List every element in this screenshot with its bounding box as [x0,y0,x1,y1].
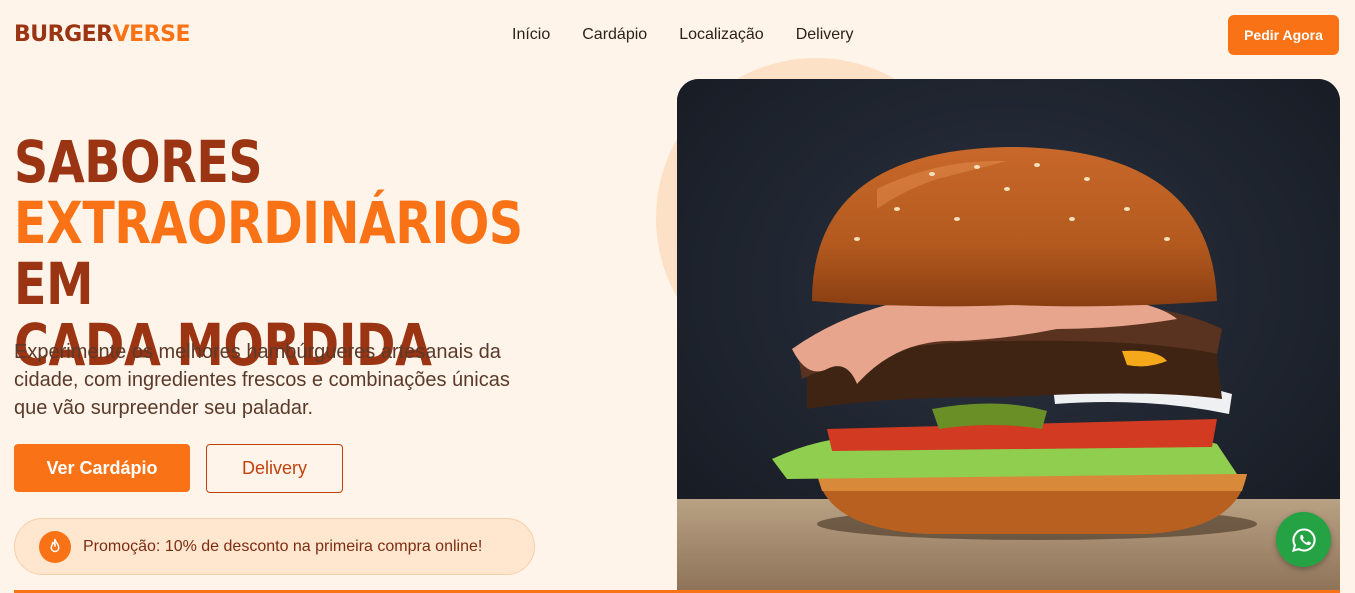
fire-icon [39,530,71,563]
nav-item-delivery[interactable]: Delivery [796,26,854,44]
site-header: BURGERVERSE Início Cardápio Localização … [0,0,1355,72]
whatsapp-icon [1291,527,1316,552]
nav-item-inicio[interactable]: Início [512,26,550,44]
hero-description: Experimente os melhores hambúrgueres art… [14,341,510,419]
nav-item-localizacao[interactable]: Localização [679,26,764,44]
logo[interactable]: BURGERVERSE [14,22,190,47]
hero-title-highlight: EXTRAORDINÁRIOS [14,189,523,257]
hero-title-line1: SABORES [14,128,263,196]
promo-banner: Promoção: 10% de desconto na primeira co… [14,518,535,575]
whatsapp-button[interactable] [1276,512,1331,567]
logo-part-burger: BURGER [14,22,113,47]
nav-item-cardapio[interactable]: Cardápio [582,26,647,44]
promo-text: Promoção: 10% de desconto na primeira co… [83,537,483,555]
main-nav: Início Cardápio Localização Delivery [512,26,853,44]
hero-title-after-highlight: EM [14,250,94,318]
order-now-button[interactable]: Pedir Agora [1228,15,1339,55]
logo-part-verse: VERSE [112,22,191,47]
hero-burger-image [677,79,1340,593]
delivery-button[interactable]: Delivery [206,444,343,493]
view-menu-button[interactable]: Ver Cardápio [14,444,190,492]
